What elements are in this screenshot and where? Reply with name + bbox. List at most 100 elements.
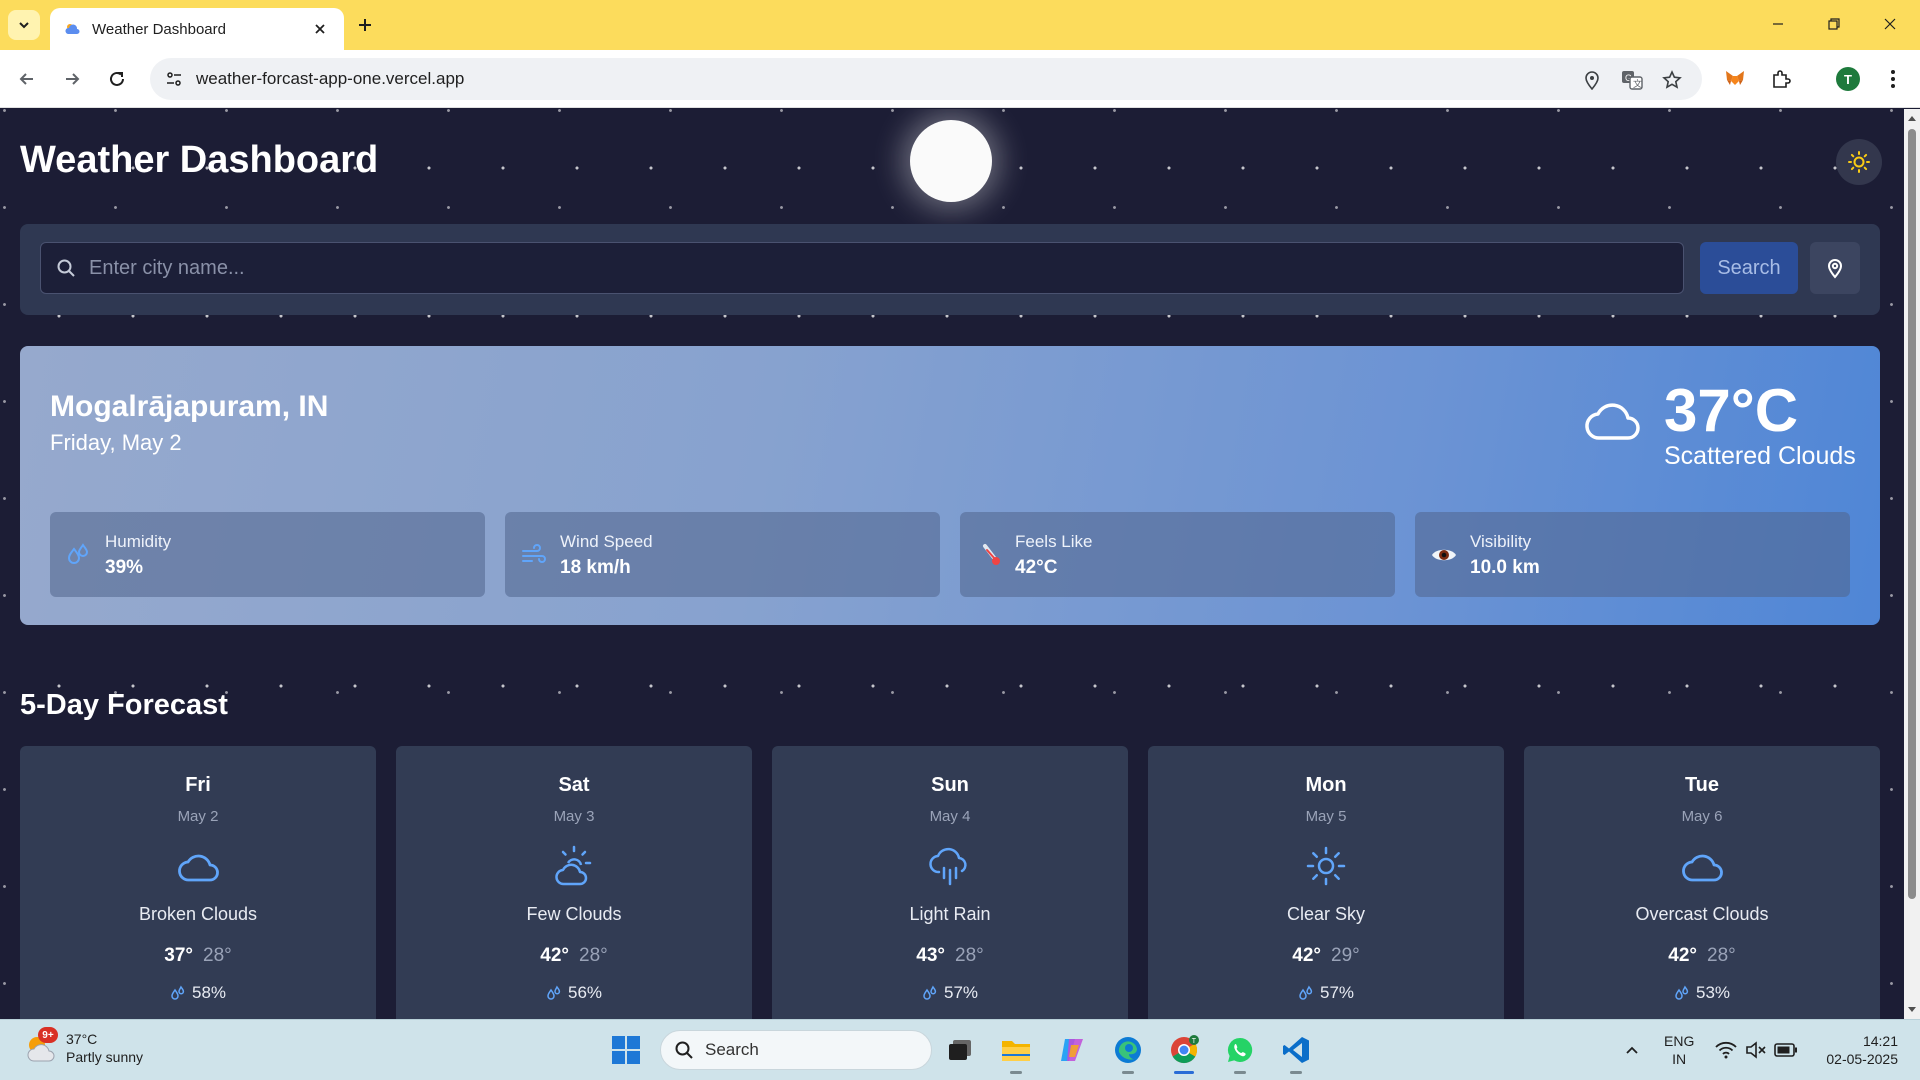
tab-list-button[interactable] xyxy=(8,10,40,40)
location-pin-icon[interactable] xyxy=(1580,68,1604,92)
forecast-humidity: 56% xyxy=(396,983,752,1003)
forecast-card: Fri May 2 Broken Clouds 37° 28° 58% xyxy=(20,746,376,1019)
chevron-down-icon xyxy=(19,22,29,29)
forecast-condition: Clear Sky xyxy=(1286,904,1366,924)
stat-label: Humidity xyxy=(105,532,172,551)
new-tab-button[interactable] xyxy=(352,12,378,38)
sun-icon xyxy=(1848,151,1870,173)
weather-favicon-icon xyxy=(65,24,80,34)
wind-icon xyxy=(519,540,549,570)
reload-icon xyxy=(110,71,124,86)
language-indicator[interactable]: ENG IN xyxy=(1664,1032,1694,1068)
extensions-puzzle-icon[interactable] xyxy=(1768,66,1794,92)
current-date: Friday, May 2 xyxy=(50,430,182,455)
arrow-left-icon xyxy=(19,73,33,85)
forecast-day: Fri xyxy=(185,774,211,796)
translate-icon[interactable]: G文 xyxy=(1620,68,1644,92)
sun-icon xyxy=(1302,842,1350,890)
battery-status[interactable] xyxy=(1768,1032,1804,1068)
city-search-input[interactable] xyxy=(89,256,1683,280)
tab-title: Weather Dashboard xyxy=(92,20,226,38)
whatsapp-app[interactable] xyxy=(1222,1032,1258,1074)
page-scrollbar[interactable] xyxy=(1904,109,1920,1019)
forecast-date: May 5 xyxy=(1305,808,1347,825)
search-button[interactable]: Search xyxy=(1700,242,1798,294)
kebab-menu-icon[interactable] xyxy=(1880,66,1906,92)
stat-label: Feels Like xyxy=(1015,532,1093,551)
task-view-button[interactable] xyxy=(942,1032,978,1068)
forward-button[interactable] xyxy=(57,64,87,94)
forecast-humidity: 53% xyxy=(1524,983,1880,1003)
taskbar-search[interactable]: Search xyxy=(660,1030,932,1070)
forecast-high: 37° xyxy=(164,945,193,966)
copilot-app[interactable] xyxy=(1054,1032,1090,1068)
theme-toggle-button[interactable] xyxy=(1836,139,1882,185)
partly-sunny-icon: 9+ xyxy=(24,1027,58,1065)
taskbar-weather-condition: Partly sunny xyxy=(66,1049,144,1065)
current-weather-card: Mogalrājapuram, IN Friday, May 2 37°C Sc… xyxy=(20,346,1880,625)
reload-button[interactable] xyxy=(102,64,132,94)
site-info-icon[interactable] xyxy=(164,69,184,89)
forecast-temps: 42° 28° xyxy=(1524,945,1880,967)
forecast-day: Sun xyxy=(931,774,969,796)
droplets-icon xyxy=(64,540,94,570)
cloud-icon xyxy=(1678,842,1726,890)
browser-tab[interactable]: Weather Dashboard xyxy=(50,8,344,50)
stat-value: 42°C xyxy=(1015,557,1058,578)
vscode-app[interactable] xyxy=(1278,1032,1314,1074)
chrome-app[interactable]: T xyxy=(1166,1032,1202,1074)
close-window-button[interactable] xyxy=(1862,0,1918,48)
forecast-low: 29° xyxy=(1331,945,1360,966)
show-hidden-icons-button[interactable] xyxy=(1614,1032,1650,1068)
scroll-up-icon[interactable] xyxy=(1907,113,1917,123)
app-indicator-active xyxy=(1174,1071,1194,1074)
search-box[interactable] xyxy=(40,242,1684,294)
address-bar[interactable]: weather-forcast-app-one.vercel.app G文 xyxy=(150,58,1702,100)
clock-time: 14:21 xyxy=(1862,1033,1898,1049)
forecast-card: Sun May 4 Light Rain 43° 28° 57% xyxy=(772,746,1128,1019)
scroll-down-icon[interactable] xyxy=(1907,1005,1917,1015)
forecast-card: Tue May 6 Overcast Clouds 42° 28° 53% xyxy=(1524,746,1880,1019)
forecast-card: Sat May 3 Few Clouds 42° 28° 56% xyxy=(396,746,752,1019)
close-tab-icon[interactable] xyxy=(310,19,330,39)
folder-icon xyxy=(1002,1041,1030,1061)
task-view-icon xyxy=(949,1040,971,1060)
taskbar-search-label: Search xyxy=(705,1040,759,1059)
restore-button[interactable] xyxy=(1806,0,1862,48)
language-code: ENG xyxy=(1664,1033,1695,1049)
system-clock[interactable]: 14:21 02-05-2025 xyxy=(1818,1032,1898,1068)
vscode-icon xyxy=(1283,1037,1309,1063)
chevron-up-icon xyxy=(1626,1046,1638,1054)
close-icon xyxy=(1884,18,1896,30)
stat-value: 39% xyxy=(105,557,144,578)
forecast-humidity-value: 57% xyxy=(1319,983,1355,1002)
forecast-date: May 4 xyxy=(929,808,971,825)
app-indicator xyxy=(1234,1071,1246,1074)
forecast-condition: Broken Clouds xyxy=(138,904,258,924)
battery-icon xyxy=(1774,1043,1797,1057)
app-indicator xyxy=(1122,1071,1134,1074)
minimize-button[interactable] xyxy=(1750,0,1806,48)
back-button[interactable] xyxy=(12,64,42,94)
forecast-humidity-value: 53% xyxy=(1695,983,1731,1002)
clock-date: 02-05-2025 xyxy=(1826,1051,1898,1067)
windows-start-button[interactable] xyxy=(608,1032,644,1068)
metamask-extension-icon[interactable] xyxy=(1722,66,1748,92)
scrollbar-thumb[interactable] xyxy=(1908,129,1916,899)
edge-app[interactable] xyxy=(1110,1032,1146,1074)
taskbar-weather-widget[interactable]: 9+ 37°C Partly sunny xyxy=(24,1027,144,1066)
bookmark-star-icon[interactable] xyxy=(1660,68,1684,92)
stat-value: 18 km/h xyxy=(560,557,631,578)
svg-text:文: 文 xyxy=(1633,78,1642,89)
forecast-humidity: 58% xyxy=(20,983,376,1003)
forecast-card: Mon May 5 Clear Sky 42° 29° 57% xyxy=(1148,746,1504,1019)
file-explorer-app[interactable] xyxy=(998,1032,1034,1074)
current-location-button[interactable] xyxy=(1810,242,1860,294)
whatsapp-icon xyxy=(1227,1037,1253,1062)
forecast-humidity-value: 56% xyxy=(567,983,603,1002)
stat-value: 10.0 km xyxy=(1470,557,1540,578)
profile-avatar[interactable]: T xyxy=(1836,67,1860,91)
chrome-icon: T xyxy=(1171,1035,1199,1064)
forecast-high: 42° xyxy=(1292,945,1321,966)
svg-text:T: T xyxy=(1192,1038,1197,1045)
